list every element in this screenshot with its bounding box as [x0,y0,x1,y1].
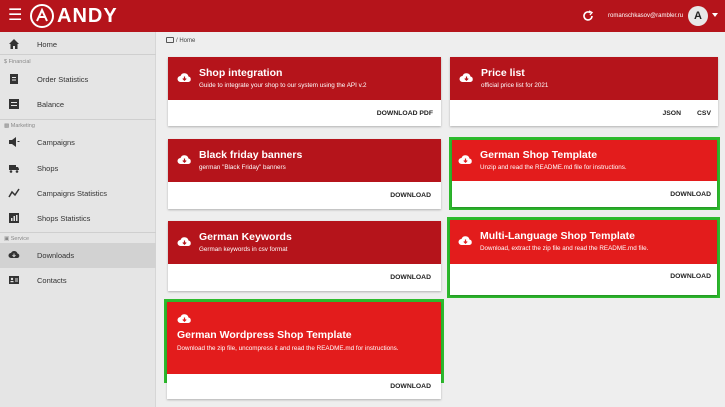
truck-icon [9,165,19,173]
cloud-download-icon [177,237,191,246]
sidebar-item-label: Campaigns [37,138,75,147]
download-pdf-button[interactable]: DOWNLOAD PDF [377,109,433,119]
card-description: Guide to integrate your shop to our syst… [199,82,367,89]
caret-down-icon[interactable] [712,13,718,17]
trend-icon [8,188,20,198]
sidebar-item-label: Contacts [37,276,67,285]
sidebar-item-label: Balance [37,100,65,109]
section-marketing: ▩ Marketing [4,123,35,129]
home-outline-icon[interactable] [166,37,174,44]
card-german-shop-template: German Shop Template Unzip and read the … [452,140,717,207]
contact-card-icon [9,276,19,284]
card-title: German Shop Template [480,149,598,161]
cloud-download-icon [177,73,191,82]
section-label: Service [10,236,30,242]
card-german-keywords: German Keywords German keywords in csv f… [168,221,441,291]
download-button[interactable]: DOWNLOAD [390,273,431,283]
section-label: Marketing [10,123,35,129]
download-button[interactable]: DOWNLOAD [390,382,431,392]
download-button[interactable]: DOWNLOAD [390,191,431,201]
card-title: German Keywords [199,231,292,243]
breadcrumb: / Home [166,37,195,46]
card-title: Shop integration [199,67,283,79]
download-button[interactable]: DOWNLOAD [670,190,711,200]
divider [0,54,156,55]
megaphone-icon [9,137,20,147]
sidebar-item-shops[interactable]: Shops [0,156,156,181]
card-german-wordpress-shop-template: German Wordpress Shop Template Download … [167,302,441,399]
receipt-icon [10,74,18,84]
bar-chart-icon [9,213,19,223]
top-app-bar: ☰ ANDY romanschkasov@rambler.ru A [0,0,725,32]
logo-text: ANDY [57,5,118,27]
cloud-download-icon [459,73,473,82]
breadcrumb-text: / Home [176,38,196,44]
cloud-download-icon [8,251,20,258]
card-title: Price list [481,67,525,79]
card-price-list: Price list official price list for 2021 … [450,57,718,126]
card-description: official price list for 2021 [481,82,549,89]
card-description: german "Black Friday" banners [199,164,286,171]
json-button[interactable]: JSON [662,109,681,119]
sidebar-item-order-statistics[interactable]: Order Statistics [0,67,156,92]
card-description: Download, extract the zip file and read … [480,245,649,252]
sidebar-item-label: Downloads [37,251,75,260]
avatar[interactable]: A [688,6,708,26]
sidebar-item-label: Order Statistics [37,75,89,84]
cloud-download-icon [177,155,191,164]
sidebar-item-campaigns[interactable]: Campaigns [0,130,156,155]
logo[interactable]: ANDY [30,4,117,28]
card-multi-language-shop-template: Multi-Language Shop Template Download, e… [450,220,717,295]
card-title: German Wordpress Shop Template [177,329,352,341]
logo-icon [30,4,54,28]
section-label: Financial [8,59,31,65]
card-black-friday-banners: Black friday banners german "Black Frida… [168,139,441,209]
sidebar-item-balance[interactable]: Balance [0,92,156,117]
section-service: ▣ Service [4,236,30,242]
cloud-download-icon [177,314,191,323]
home-icon [9,39,19,49]
sidebar-item-label: Campaigns Statistics [37,189,108,198]
card-description: Unzip and read the README.md file for in… [480,164,627,171]
csv-button[interactable]: CSV [697,109,711,119]
card-description: German keywords in csv format [199,246,288,253]
refresh-icon[interactable] [581,9,595,23]
card-shop-integration: Shop integration Guide to integrate your… [168,57,441,126]
sidebar-item-contacts[interactable]: Contacts [0,268,156,293]
sidebar-item-label: Home [37,40,58,49]
sidebar-item-downloads[interactable]: Downloads [0,243,156,268]
sidebar-item-label: Shops Statistics [37,214,91,223]
sidebar: Home $ Financial Order Statistics Balanc… [0,32,156,407]
card-description: Download the zip file, uncompress it and… [177,345,399,352]
divider [0,119,156,120]
download-button[interactable]: DOWNLOAD [670,272,711,282]
section-financial: $ Financial [4,59,31,65]
sidebar-item-campaigns-statistics[interactable]: Campaigns Statistics [0,181,156,206]
divider [0,232,156,233]
sidebar-item-shops-statistics[interactable]: Shops Statistics [0,206,156,231]
user-email: romanschkasov@rambler.ru [608,13,684,19]
card-title: Black friday banners [199,149,303,161]
menu-icon[interactable]: ☰ [8,7,24,25]
cloud-download-icon [458,155,472,164]
cloud-download-icon [458,236,472,245]
balance-icon [9,99,19,109]
card-title: Multi-Language Shop Template [480,230,635,242]
sidebar-item-label: Shops [37,164,59,173]
